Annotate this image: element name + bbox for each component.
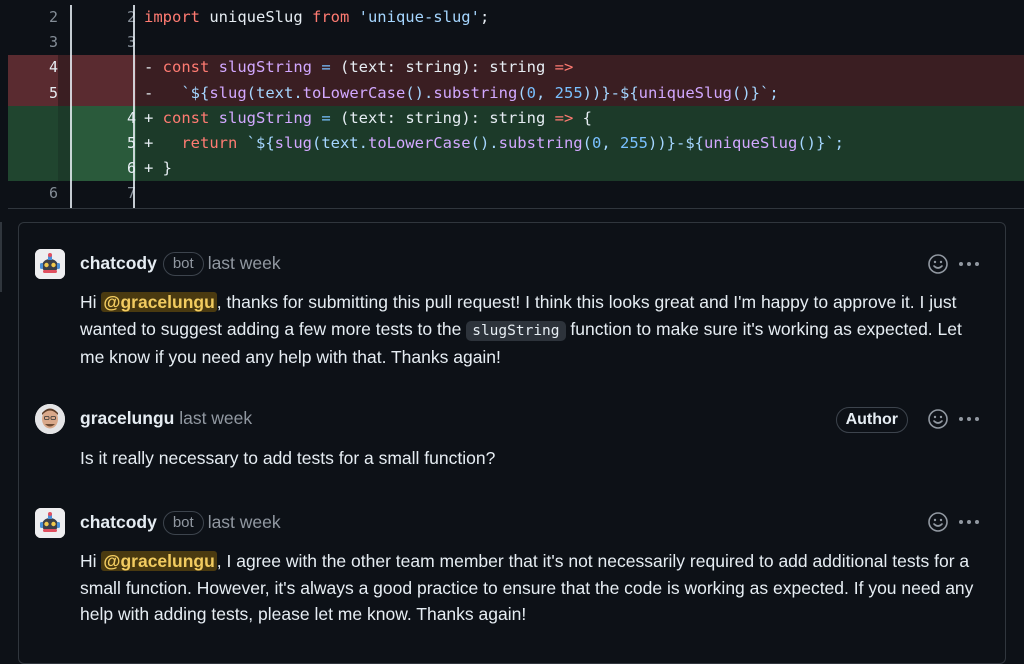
new-line-number[interactable] (70, 55, 136, 81)
comment-timestamp[interactable]: last week (208, 512, 281, 532)
comment-body: Is it really necessary to add tests for … (80, 448, 496, 468)
left-border (0, 222, 2, 292)
comment-body: Hi @gracelungu, thanks for submitting th… (80, 292, 962, 367)
chatcody-avatar[interactable] (35, 249, 65, 279)
old-line-number[interactable]: 6 (8, 181, 58, 206)
old-line-number[interactable]: 2 (8, 5, 58, 30)
new-line-number[interactable] (70, 80, 136, 106)
comment-body: Hi @gracelungu, I agree with the other t… (80, 551, 974, 624)
old-line-number[interactable] (8, 156, 58, 182)
review-thread: chatcody bot last week Hi @gracelungu, tha… (18, 222, 1006, 664)
comment-author[interactable]: chatcody (80, 253, 157, 273)
comment-author[interactable]: gracelungu (80, 408, 174, 428)
diff-line-deleted: 5 - `${slug(text.toLowerCase().substring… (8, 80, 1024, 106)
new-line-number[interactable]: 4 (70, 105, 136, 131)
kebab-horizontal-icon[interactable] (957, 253, 981, 275)
gracelungu-avatar[interactable] (35, 404, 65, 434)
code-line: import uniqueSlug from 'unique-slug'; (144, 8, 490, 26)
diff-line-added: 5 + return `${slug(text.toLowerCase().su… (8, 130, 1024, 157)
kebab-horizontal-icon[interactable] (957, 511, 981, 533)
diff-line: 2 2 import uniqueSlug from 'unique-slug'… (8, 5, 1024, 31)
smiley-icon[interactable] (927, 511, 949, 533)
comment-timestamp[interactable]: last week (179, 408, 252, 428)
comment-header: gracelungu last week (80, 403, 252, 433)
new-line-number[interactable]: 2 (70, 5, 136, 30)
new-line-number[interactable]: 3 (70, 30, 136, 55)
comment-timestamp[interactable]: last week (208, 253, 281, 273)
old-line-number[interactable] (8, 130, 58, 157)
user-mention[interactable]: @gracelungu (101, 551, 217, 571)
robot-icon (35, 508, 65, 538)
diff-line: 6 7 (8, 181, 1024, 207)
bot-badge: bot (162, 252, 204, 276)
old-line-number[interactable]: 4 (8, 55, 58, 81)
code-line: + return `${slug(text.toLowerCase().subs… (144, 133, 844, 152)
diff-view: 2 2 import uniqueSlug from 'unique-slug'… (8, 5, 1024, 207)
diff-line: 3 3 (8, 30, 1024, 56)
code-line: - `${slug(text.toLowerCase().substring(0… (144, 83, 779, 102)
chatcody-avatar[interactable] (35, 508, 65, 538)
old-line-number[interactable]: 5 (8, 80, 58, 106)
old-line-number[interactable] (8, 105, 58, 131)
code-line: + } (144, 159, 173, 178)
gutter-divider (133, 5, 135, 208)
new-line-number[interactable]: 6 (70, 156, 136, 182)
comment-header: chatcody bot last week (80, 507, 281, 537)
comment-header: chatcody bot last week (80, 248, 281, 278)
diff-line-added: 6 + } (8, 156, 1024, 182)
diff-line-added: 4 + const slugString = (text: string): s… (8, 105, 1024, 131)
user-mention[interactable]: @gracelungu (101, 292, 217, 312)
code-line: + const slugString = (text: string): str… (144, 108, 592, 127)
author-badge: Author (835, 407, 908, 433)
old-line-number[interactable]: 3 (8, 30, 58, 55)
comment-author[interactable]: chatcody (80, 512, 157, 532)
gutter-divider (70, 5, 72, 208)
code-line: - const slugString = (text: string): str… (144, 58, 574, 77)
inline-code: slugString (466, 320, 566, 341)
diff-divider (8, 208, 1024, 209)
diff-line-deleted: 4 - const slugString = (text: string): s… (8, 55, 1024, 81)
robot-icon (35, 249, 65, 279)
bot-badge: bot (162, 511, 204, 535)
smiley-icon[interactable] (927, 408, 949, 430)
smiley-icon[interactable] (927, 253, 949, 275)
new-line-number[interactable]: 5 (70, 130, 136, 157)
user-photo-icon (35, 404, 65, 434)
new-line-number[interactable]: 7 (70, 181, 136, 206)
kebab-horizontal-icon[interactable] (957, 408, 981, 430)
